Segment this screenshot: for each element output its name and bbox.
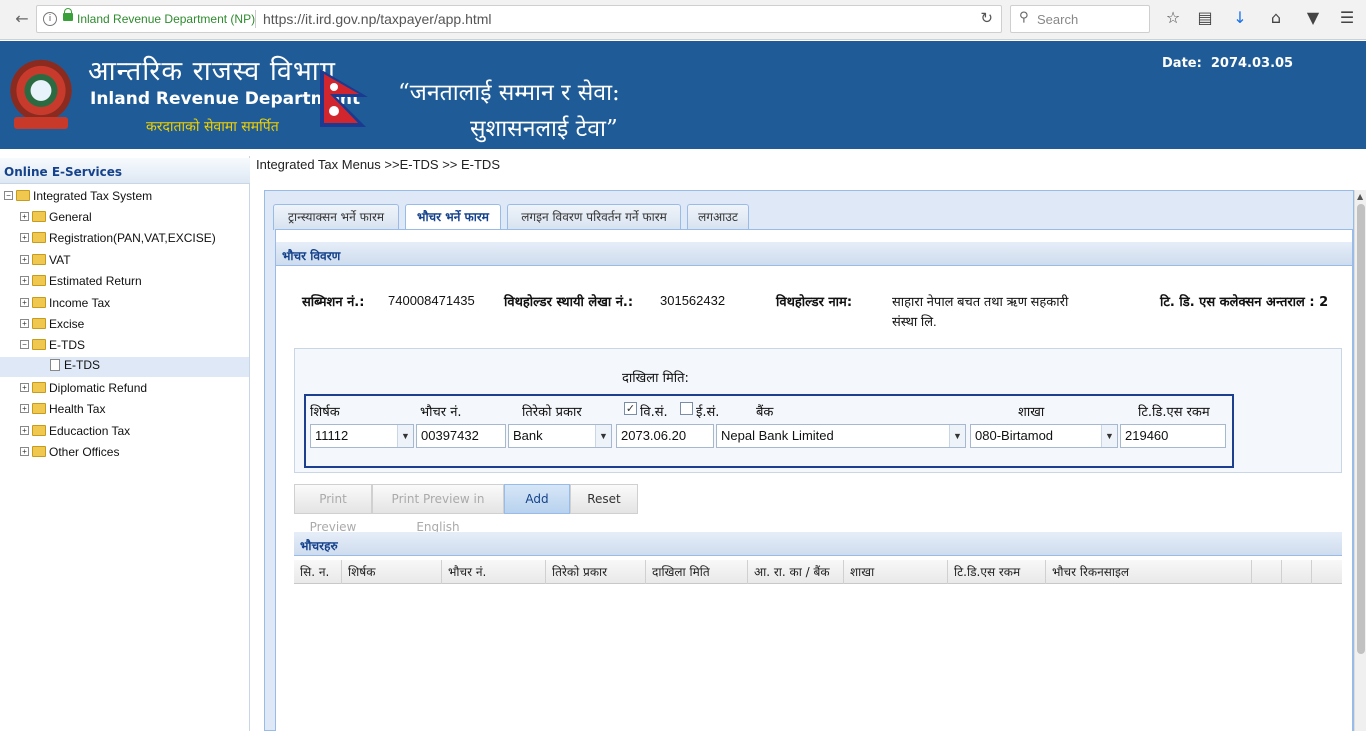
folder-icon <box>32 446 46 458</box>
date-value: 2074.03.05 <box>1210 56 1294 71</box>
column-branch[interactable]: शाखा <box>844 560 948 584</box>
address-bar[interactable]: i Inland Revenue Department (NP) https:/… <box>36 5 1002 33</box>
folder-icon <box>32 382 46 394</box>
expand-icon[interactable]: + <box>20 255 29 265</box>
sidebar-item-etds[interactable]: − E-TDS <box>20 337 85 357</box>
government-emblem-icon <box>8 59 74 129</box>
tree-root-integrated-tax[interactable]: − Integrated Tax System <box>4 188 152 208</box>
tab-logout[interactable]: लगआउट <box>687 204 749 230</box>
sidebar-item-etds-child[interactable]: E-TDS <box>0 357 249 377</box>
folder-icon <box>32 297 46 309</box>
vouchers-grid: सि. न. शिर्षक भौचर नं. तिरेको प्रकार दाख… <box>294 230 1342 731</box>
sidebar-item-education-tax[interactable]: + Educaction Tax <box>20 423 130 443</box>
browser-search-input[interactable]: ⚲ Search <box>1010 5 1150 33</box>
column-voucher-reconcile[interactable]: भौचर रिकनसाइल <box>1046 560 1252 584</box>
folder-icon <box>32 211 46 223</box>
sidebar-item-general[interactable]: + General <box>20 209 92 229</box>
back-arrow-icon[interactable]: ← <box>10 8 34 30</box>
expand-icon[interactable]: + <box>20 276 29 286</box>
tab-login-change-form[interactable]: लगइन विवरण परिवर्तन गर्ने फारम <box>507 204 681 230</box>
column-payment-type[interactable]: तिरेको प्रकार <box>546 560 646 584</box>
sidebar-item-other-offices[interactable]: + Other Offices <box>20 444 119 464</box>
sidebar-item-estimated-return[interactable]: + Estimated Return <box>20 273 142 293</box>
date-label: Date: <box>1162 56 1202 71</box>
divider <box>255 10 256 28</box>
sidebar-header: Online E-Services <box>0 158 250 184</box>
column-action-2[interactable] <box>1282 560 1312 584</box>
home-icon[interactable]: ⌂ <box>1265 7 1287 29</box>
vouchers-grid-body <box>294 584 1342 731</box>
clipboard-icon[interactable]: ▤ <box>1194 7 1216 29</box>
department-title-nepali: आन्तरिक राजस्व विभाग <box>88 56 337 87</box>
sidebar-item-income-tax[interactable]: + Income Tax <box>20 295 110 315</box>
folder-icon <box>32 339 46 351</box>
browser-toolbar: ← i Inland Revenue Department (NP) https… <box>0 0 1366 40</box>
site-header: आन्तरिक राजस्व विभाग Inland Revenue Depa… <box>0 41 1366 149</box>
url-text[interactable]: https://it.ird.gov.np/taxpayer/app.html <box>263 11 492 27</box>
info-icon[interactable]: i <box>43 12 57 26</box>
column-tds-amount[interactable]: टि.डि.एस रकम <box>948 560 1046 584</box>
expand-icon[interactable]: + <box>20 212 29 222</box>
expand-icon[interactable]: + <box>20 404 29 414</box>
scrollbar-thumb[interactable] <box>1357 204 1365 654</box>
sidebar-title: Online E-Services <box>4 165 123 179</box>
vouchers-grid-columns: सि. न. शिर्षक भौचर नं. तिरेको प्रकार दाख… <box>294 560 1342 584</box>
lock-icon[interactable] <box>63 8 73 21</box>
current-date: Date: 2074.03.05 <box>1162 56 1293 71</box>
document-icon <box>50 358 60 371</box>
menu-icon[interactable]: ☰ <box>1336 7 1358 29</box>
voucher-form-panel: भौचर विवरण सब्मिशन नं.: 740008471435 विथ… <box>275 229 1353 731</box>
tab-voucher-form[interactable]: भौचर भर्ने फारम <box>405 204 501 231</box>
slogan-line-1: “जनतालाई सम्मान र सेवा: <box>398 80 620 106</box>
department-motto: करदाताको सेवामा समर्पित <box>146 119 279 135</box>
bookmark-star-icon[interactable]: ☆ <box>1162 7 1184 29</box>
reload-icon[interactable]: ↻ <box>980 9 993 27</box>
search-placeholder: Search <box>1037 12 1079 27</box>
folder-icon <box>32 318 46 330</box>
column-action-1[interactable] <box>1252 560 1282 584</box>
folder-icon <box>32 275 46 287</box>
folder-icon <box>32 425 46 437</box>
nepal-flag-icon <box>320 69 368 127</box>
expand-icon[interactable]: + <box>20 233 29 243</box>
sidebar-item-vat[interactable]: + VAT <box>20 252 71 272</box>
column-serial[interactable]: सि. न. <box>294 560 342 584</box>
breadcrumb: Integrated Tax Menus >>E-TDS >> E-TDS <box>256 157 500 172</box>
sidebar-item-diplomatic-refund[interactable]: + Diplomatic Refund <box>20 380 147 400</box>
folder-icon <box>16 190 30 202</box>
column-voucher-number[interactable]: भौचर नं. <box>442 560 546 584</box>
sidebar-item-excise[interactable]: + Excise <box>20 316 84 336</box>
column-heading[interactable]: शिर्षक <box>342 560 442 584</box>
collapse-icon[interactable]: − <box>20 340 29 350</box>
tab-transaction-form[interactable]: ट्रान्स्याक्सन भर्ने फारम <box>273 204 399 230</box>
folder-icon <box>32 254 46 266</box>
expand-icon[interactable]: + <box>20 447 29 457</box>
download-icon[interactable]: ↓ <box>1229 7 1251 29</box>
expand-icon[interactable]: + <box>20 426 29 436</box>
folder-icon <box>32 403 46 415</box>
main-panel: ट्रान्स्याक्सन भर्ने फारम भौचर भर्ने फार… <box>264 190 1354 731</box>
folder-icon <box>32 232 46 244</box>
collapse-icon[interactable]: − <box>4 191 13 201</box>
sidebar-item-health-tax[interactable]: + Health Tax <box>20 401 105 421</box>
search-icon: ⚲ <box>1019 10 1029 25</box>
slogan-line-2: सुशासनलाई टेवा” <box>470 116 618 142</box>
scroll-up-icon[interactable]: ▲ <box>1357 192 1363 201</box>
site-identity[interactable]: Inland Revenue Department (NP) <box>77 12 255 26</box>
expand-icon[interactable]: + <box>20 383 29 393</box>
column-deposit-date[interactable]: दाखिला मिति <box>646 560 748 584</box>
column-office-bank[interactable]: आ. रा. का / बैंक <box>748 560 844 584</box>
expand-icon[interactable]: + <box>20 298 29 308</box>
sidebar: Online E-Services − Integrated Tax System… <box>0 156 250 731</box>
expand-icon[interactable]: + <box>20 319 29 329</box>
pocket-icon[interactable]: ▼ <box>1302 7 1324 29</box>
page-scrollbar[interactable]: ▲ <box>1354 190 1366 731</box>
sidebar-item-registration[interactable]: + Registration(PAN,VAT,EXCISE) <box>20 230 216 250</box>
